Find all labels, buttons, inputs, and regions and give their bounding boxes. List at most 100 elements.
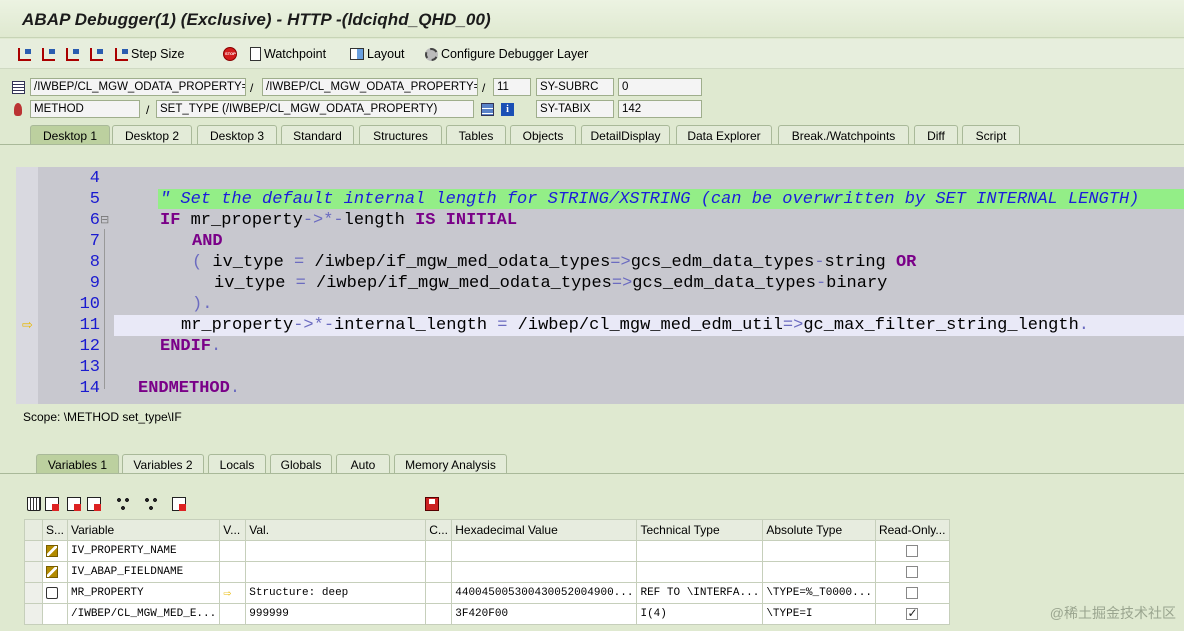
execute-button[interactable] bbox=[42, 45, 55, 63]
navigate-icon[interactable] bbox=[144, 497, 158, 511]
column-header[interactable]: C... bbox=[425, 519, 453, 541]
step-size-icon bbox=[115, 47, 128, 61]
event-type-field[interactable]: METHOD bbox=[30, 100, 140, 118]
drill-down-arrow-icon[interactable]: ⇨ bbox=[223, 586, 231, 601]
tab-auto[interactable]: Auto bbox=[336, 454, 390, 473]
code-line-11: mr_property->*-internal_length = /iwbep/… bbox=[181, 316, 1089, 335]
save-icon[interactable] bbox=[425, 497, 439, 511]
table-row[interactable]: /IWBEP/CL_MGW_MED_E... 999999 3F420F00 I… bbox=[24, 603, 950, 625]
tab-data-explorer[interactable]: Data Explorer bbox=[676, 125, 772, 144]
single-step-button[interactable] bbox=[18, 45, 31, 63]
variable-cell[interactable]: MR_PROPERTY bbox=[67, 582, 221, 604]
column-header[interactable]: Val. bbox=[245, 519, 427, 541]
stop-button[interactable] bbox=[223, 45, 237, 63]
line-field[interactable]: 11 bbox=[493, 78, 531, 96]
include-field[interactable]: /IWBEP/CL_MGW_ODATA_PROPERTY=... bbox=[262, 78, 478, 96]
column-header[interactable]: Read-Only... bbox=[874, 519, 950, 541]
tab-desktop-1[interactable]: Desktop 1 bbox=[30, 125, 110, 144]
breakpoint-gutter[interactable] bbox=[16, 167, 38, 404]
configure-layer-button[interactable]: Configure Debugger Layer bbox=[425, 45, 588, 63]
fold-toggle-icon[interactable]: ⊟ bbox=[100, 213, 110, 226]
read-only-checkbox[interactable] bbox=[906, 606, 919, 620]
tab-variables-2[interactable]: Variables 2 bbox=[122, 454, 204, 473]
step-size-button[interactable]: Step Size bbox=[115, 45, 185, 63]
view-cell[interactable] bbox=[219, 540, 247, 562]
continue-button[interactable] bbox=[90, 45, 103, 63]
fold-guide bbox=[104, 229, 105, 389]
variables-table: S... Variable V... Val. C... Hexadecimal… bbox=[24, 519, 950, 625]
return-button[interactable] bbox=[66, 45, 79, 63]
tab-memory-analysis[interactable]: Memory Analysis bbox=[394, 454, 507, 473]
change-cell[interactable] bbox=[425, 561, 453, 583]
sy-subrc-value[interactable]: 0 bbox=[618, 78, 702, 96]
importing-param-icon bbox=[46, 565, 58, 578]
folder-icon[interactable] bbox=[172, 497, 186, 511]
variable-cell[interactable]: /IWBEP/CL_MGW_MED_E... bbox=[67, 603, 221, 625]
line-number: 9 bbox=[89, 274, 100, 293]
row-selector[interactable] bbox=[24, 603, 43, 625]
column-header[interactable]: S... bbox=[41, 519, 69, 541]
sy-tabix-value[interactable]: 142 bbox=[618, 100, 702, 118]
variable-cell[interactable]: IV_ABAP_FIELDNAME bbox=[67, 561, 221, 583]
tab-script[interactable]: Script bbox=[962, 125, 1020, 144]
change-cell[interactable] bbox=[425, 540, 453, 562]
gear-icon bbox=[425, 47, 438, 61]
view-cell[interactable]: ⇨ bbox=[219, 582, 247, 604]
table-row[interactable]: IV_PROPERTY_NAME bbox=[24, 540, 950, 562]
sy-subrc-label: SY-SUBRC bbox=[536, 78, 614, 96]
tab-structures[interactable]: Structures bbox=[359, 125, 442, 144]
table-row[interactable]: MR_PROPERTY ⇨ Structure: deep 4400450053… bbox=[24, 582, 950, 604]
view-cell[interactable] bbox=[219, 561, 247, 583]
tree-icon[interactable] bbox=[116, 497, 130, 511]
delete-icon[interactable] bbox=[27, 497, 41, 511]
save-variables-icon[interactable] bbox=[87, 497, 101, 511]
source-code-editor[interactable]: ⇨ 4 5 6 7 8 9 10 11 12 13 14 ⊟ " Set the… bbox=[16, 167, 1184, 404]
read-only-checkbox[interactable] bbox=[906, 586, 919, 599]
read-only-checkbox[interactable] bbox=[906, 565, 919, 578]
event-field[interactable]: SET_TYPE (/IWBEP/CL_MGW_ODATA_PROPERTY) bbox=[156, 100, 474, 118]
column-header[interactable]: Variable bbox=[67, 519, 221, 541]
line-number: 6 bbox=[89, 211, 100, 230]
column-header[interactable]: Absolute Type bbox=[762, 519, 876, 541]
tab-breakpoints-watchpoints[interactable]: Break./Watchpoints bbox=[778, 125, 909, 144]
info-icon[interactable]: i bbox=[501, 103, 514, 116]
row-selector-header[interactable] bbox=[24, 519, 43, 541]
watchpoint-button[interactable]: Watchpoint bbox=[250, 45, 326, 63]
row-selector[interactable] bbox=[24, 561, 43, 583]
value-cell[interactable]: 999999 bbox=[245, 603, 427, 625]
call-stack-icon[interactable] bbox=[481, 103, 494, 116]
row-selector[interactable] bbox=[24, 582, 43, 604]
table-row[interactable]: IV_ABAP_FIELDNAME bbox=[24, 561, 950, 583]
value-cell[interactable] bbox=[245, 561, 427, 583]
row-selector[interactable] bbox=[24, 540, 43, 562]
tab-desktop-3[interactable]: Desktop 3 bbox=[197, 125, 277, 144]
tab-diff[interactable]: Diff bbox=[914, 125, 958, 144]
tab-desktop-2[interactable]: Desktop 2 bbox=[112, 125, 192, 144]
tab-locals[interactable]: Locals bbox=[208, 454, 266, 473]
read-only-cell bbox=[874, 540, 950, 562]
program-field[interactable]: /IWBEP/CL_MGW_ODATA_PROPERTY=... bbox=[30, 78, 246, 96]
tab-objects[interactable]: Objects bbox=[510, 125, 576, 144]
tab-variables-1[interactable]: Variables 1 bbox=[36, 454, 119, 473]
stop-icon bbox=[223, 47, 237, 61]
change-cell[interactable] bbox=[425, 582, 453, 604]
tech-type-cell: I(4) bbox=[636, 603, 764, 625]
tab-detail-display[interactable]: DetailDisplay bbox=[581, 125, 670, 144]
tech-type-cell bbox=[636, 540, 764, 562]
value-cell[interactable]: Structure: deep bbox=[245, 582, 427, 604]
variable-cell[interactable]: IV_PROPERTY_NAME bbox=[67, 540, 221, 562]
column-header[interactable]: Hexadecimal Value bbox=[451, 519, 638, 541]
tab-standard[interactable]: Standard bbox=[281, 125, 354, 144]
view-cell[interactable] bbox=[219, 603, 247, 625]
tab-globals[interactable]: Globals bbox=[270, 454, 332, 473]
return-icon bbox=[66, 47, 79, 61]
read-only-checkbox[interactable] bbox=[906, 544, 919, 557]
tab-tables[interactable]: Tables bbox=[446, 125, 506, 144]
import-icon[interactable] bbox=[45, 497, 59, 511]
change-cell[interactable] bbox=[425, 603, 453, 625]
layout-button[interactable]: Layout bbox=[350, 45, 405, 63]
export-icon[interactable] bbox=[67, 497, 81, 511]
column-header[interactable]: V... bbox=[219, 519, 247, 541]
value-cell[interactable] bbox=[245, 540, 427, 562]
column-header[interactable]: Technical Type bbox=[636, 519, 764, 541]
